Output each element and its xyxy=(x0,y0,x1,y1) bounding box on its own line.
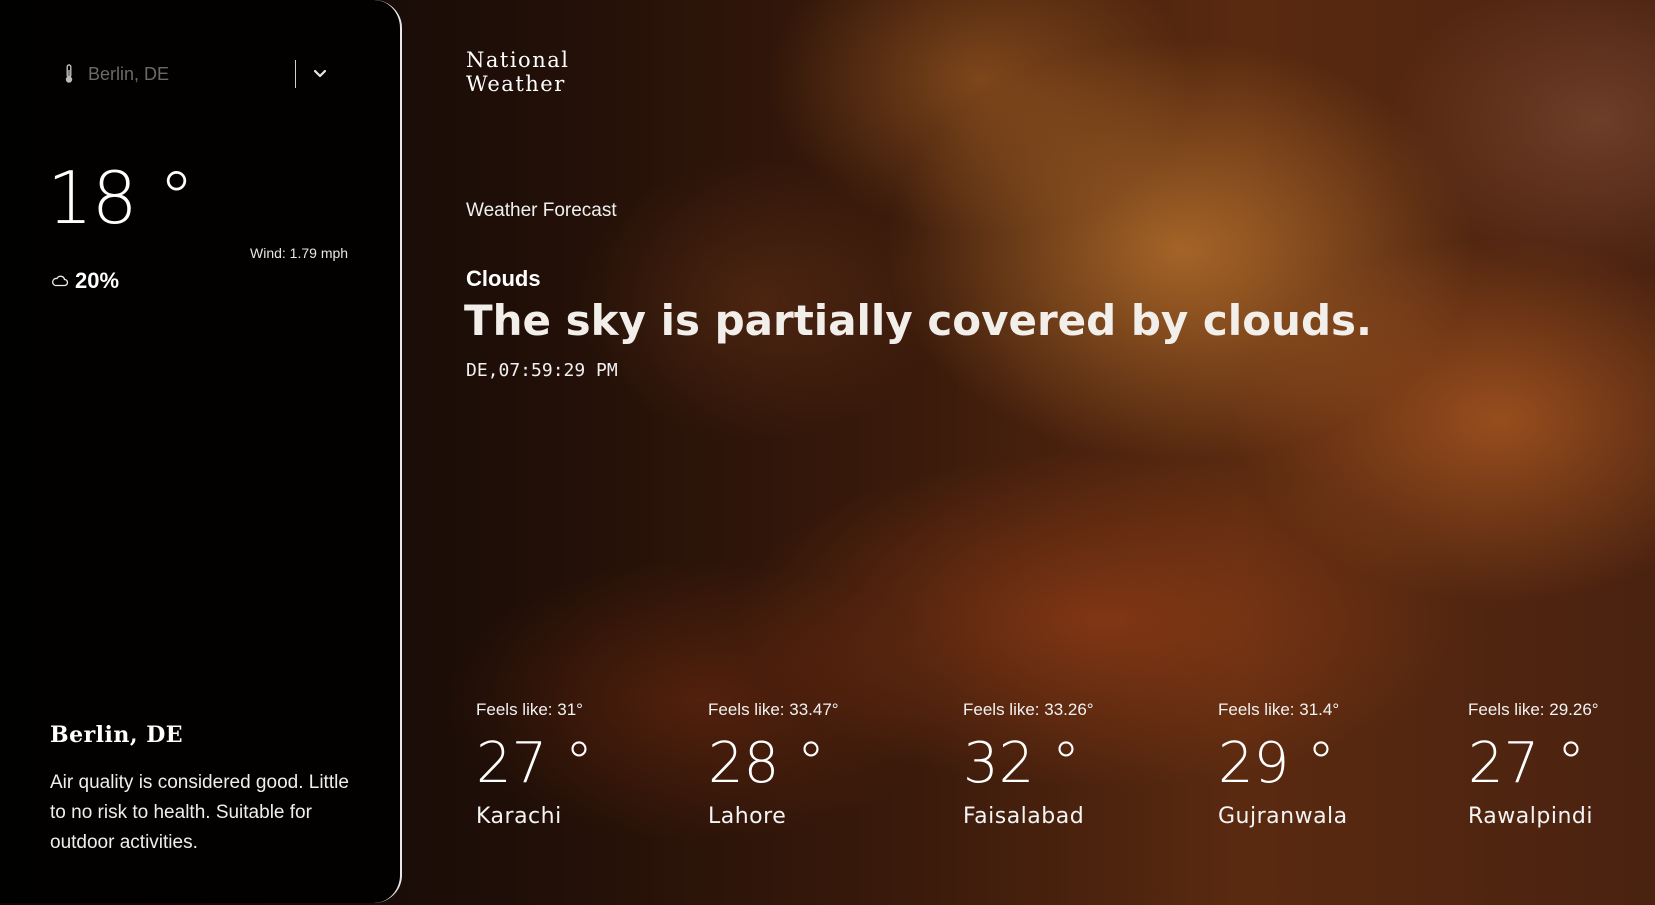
air-quality-text: Air quality is considered good. Little t… xyxy=(50,772,349,853)
section-heading: Weather Forecast xyxy=(466,200,617,221)
search-divider xyxy=(295,60,296,88)
feels-like: Feels like: 31° xyxy=(476,700,583,719)
city-temperature: 29 ° xyxy=(1218,731,1336,796)
sidebar-panel: 18 ° Wind: 1.79 mph 20% Berlin, DE Air q… xyxy=(0,0,402,903)
city-card-lahore[interactable]: Feels like: 33.47° 28 ° Lahore xyxy=(708,700,928,829)
city-search-input[interactable] xyxy=(86,62,295,86)
city-temperature: 32 ° xyxy=(963,731,1081,796)
cloud-icon xyxy=(51,268,69,294)
city-name: Gujranwala xyxy=(1218,804,1348,829)
city-name: Faisalabad xyxy=(963,804,1085,829)
wind-speed: Wind: 1.79 mph xyxy=(250,245,349,261)
weather-description: The sky is partially covered by clouds. xyxy=(464,296,1372,345)
current-temperature: 18 ° xyxy=(47,156,195,240)
chevron-down-icon[interactable] xyxy=(310,64,330,84)
current-city-name: Berlin, DE xyxy=(50,722,184,748)
feels-like: Feels like: 29.26° xyxy=(1468,700,1599,719)
city-name: Rawalpindi xyxy=(1468,804,1593,829)
city-temperature: 27 ° xyxy=(476,731,594,796)
city-temperature: 27 ° xyxy=(1468,731,1586,796)
feels-like: Feels like: 31.4° xyxy=(1218,700,1340,719)
city-search[interactable] xyxy=(62,56,352,92)
local-time: DE,07:59:29 PM xyxy=(466,360,618,381)
city-name: Karachi xyxy=(476,804,562,829)
city-name: Lahore xyxy=(708,804,787,829)
humidity-value: 20% xyxy=(75,268,120,293)
city-temperature: 28 ° xyxy=(708,731,826,796)
weather-condition: Clouds xyxy=(466,266,541,291)
feels-like: Feels like: 33.26° xyxy=(963,700,1094,719)
humidity-readout: 20% xyxy=(51,268,119,294)
feels-like: Feels like: 33.47° xyxy=(708,700,839,719)
city-card-karachi[interactable]: Feels like: 31° 27 ° Karachi xyxy=(476,700,696,829)
city-card-gujranwala[interactable]: Feels like: 31.4° 29 ° Gujranwala xyxy=(1218,700,1438,829)
city-card-rawalpindi[interactable]: Feels like: 29.26° 27 ° Rawalpindi xyxy=(1468,700,1648,829)
thermometer-icon xyxy=(62,63,76,85)
city-card-faisalabad[interactable]: Feels like: 33.26° 32 ° Faisalabad xyxy=(963,700,1183,829)
brand-logo-text: National Weather xyxy=(466,48,570,96)
